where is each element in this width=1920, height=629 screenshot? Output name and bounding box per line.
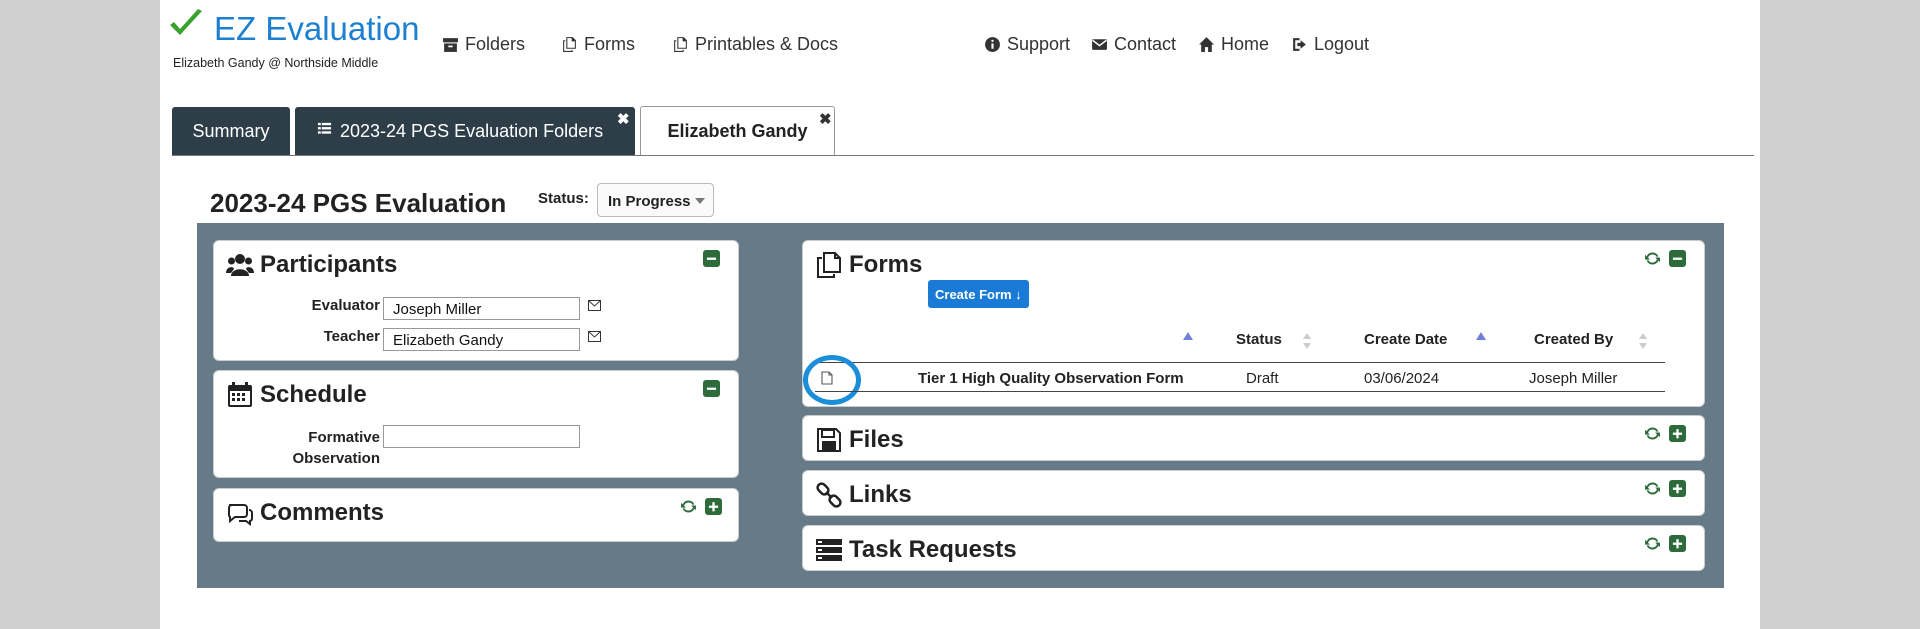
- teacher-field[interactable]: Elizabeth Gandy: [383, 328, 580, 351]
- comments-icon: [227, 504, 253, 526]
- links-controls: [1644, 480, 1686, 497]
- expand-icon[interactable]: [705, 498, 722, 515]
- column-header-status[interactable]: Status: [1236, 331, 1282, 348]
- form-name-cell[interactable]: Tier 1 High Quality Observation Form: [918, 370, 1184, 387]
- users-icon: [226, 254, 254, 276]
- schedule-panel: Schedule Formative Observation: [213, 370, 739, 478]
- nav-logout[interactable]: Logout: [1291, 34, 1369, 55]
- table-row-divider: [815, 391, 1665, 392]
- tab-close-icon[interactable]: ✖: [617, 110, 630, 128]
- refresh-icon[interactable]: [680, 498, 697, 515]
- formative-observation-field[interactable]: [383, 425, 580, 448]
- status-select[interactable]: In Progress: [597, 183, 714, 217]
- participants-panel: Participants Evaluator Joseph Miller Tea…: [213, 240, 739, 361]
- tab-elizabeth-gandy[interactable]: Elizabeth Gandy ✖: [640, 106, 835, 156]
- forms-controls: [1644, 250, 1686, 267]
- form-status-cell: Draft: [1246, 370, 1279, 387]
- envelope-icon: [1092, 39, 1107, 50]
- participants-header: Participants: [226, 251, 397, 279]
- expand-icon[interactable]: [1669, 535, 1686, 552]
- comments-controls: [680, 498, 722, 515]
- files-controls: [1644, 425, 1686, 442]
- expand-icon[interactable]: [1669, 425, 1686, 442]
- column-header-created-by[interactable]: Created By: [1534, 331, 1613, 348]
- forms-header: Forms: [815, 251, 922, 279]
- collapse-icon[interactable]: [1669, 250, 1686, 267]
- links-panel: Links: [802, 470, 1705, 516]
- nav-printables-docs[interactable]: Printables & Docs: [672, 34, 838, 55]
- evaluator-field[interactable]: Joseph Miller: [383, 297, 580, 320]
- form-create-date-cell: 03/06/2024: [1364, 370, 1440, 387]
- refresh-icon[interactable]: [1644, 425, 1661, 442]
- sort-asc-icon[interactable]: [1183, 332, 1193, 340]
- checkmark-logo-icon: [170, 9, 202, 35]
- task-requests-controls: [1644, 535, 1686, 552]
- chevron-down-icon: [695, 198, 705, 204]
- forms-panel: Forms Create Form ↓ Status Create Date C…: [802, 240, 1705, 407]
- tab-evaluation-folders[interactable]: 2023-24 PGS Evaluation Folders ✖: [295, 107, 635, 156]
- list-icon: [317, 122, 332, 134]
- copy-icon: [563, 37, 576, 52]
- teacher-label: Teacher: [323, 328, 380, 345]
- participants-controls: [703, 250, 720, 267]
- calendar-icon: [228, 382, 252, 407]
- task-requests-header: Task Requests: [815, 536, 1017, 564]
- link-icon: [816, 482, 842, 508]
- evaluation-workspace: Participants Evaluator Joseph Miller Tea…: [197, 223, 1724, 588]
- nav-support[interactable]: Support: [984, 34, 1070, 55]
- nav-home[interactable]: Home: [1198, 34, 1269, 55]
- user-school-label: Elizabeth Gandy @ Northside Middle: [173, 56, 379, 70]
- mail-icon[interactable]: [588, 331, 601, 342]
- task-requests-panel: Task Requests: [802, 525, 1705, 571]
- mail-icon[interactable]: [588, 300, 601, 311]
- expand-icon[interactable]: [1669, 480, 1686, 497]
- evaluator-label: Evaluator: [311, 297, 380, 314]
- sign-out-icon: [1293, 38, 1306, 51]
- tasks-icon: [816, 539, 842, 561]
- nav-contact[interactable]: Contact: [1091, 34, 1176, 55]
- nav-folders[interactable]: Folders: [442, 34, 525, 55]
- schedule-header: Schedule: [226, 381, 367, 409]
- copy-icon: [817, 252, 841, 278]
- nav-forms[interactable]: Forms: [561, 34, 635, 55]
- highlight-circle: [803, 355, 861, 405]
- tab-summary[interactable]: Summary: [172, 107, 290, 156]
- column-header-create-date[interactable]: Create Date: [1364, 331, 1447, 348]
- sort-icon[interactable]: [1638, 332, 1648, 350]
- collapse-icon[interactable]: [703, 380, 720, 397]
- create-form-button[interactable]: Create Form ↓: [928, 280, 1029, 308]
- copy-icon: [674, 37, 687, 52]
- sort-icon[interactable]: [1302, 332, 1312, 350]
- links-header: Links: [815, 481, 912, 509]
- app-title[interactable]: EZ Evaluation: [214, 10, 419, 48]
- form-created-by-cell: Joseph Miller: [1529, 370, 1618, 387]
- table-header-divider: [815, 362, 1665, 363]
- collapse-icon[interactable]: [703, 250, 720, 267]
- sort-asc-icon[interactable]: [1476, 332, 1486, 340]
- info-circle-icon: [985, 37, 1000, 52]
- formative-observation-label: Formative Observation: [292, 429, 380, 467]
- tabs-divider: [172, 155, 1754, 156]
- evaluation-title: 2023-24 PGS Evaluation: [210, 188, 507, 218]
- comments-header: Comments: [226, 499, 384, 527]
- save-icon: [817, 428, 841, 452]
- status-label: Status:: [538, 190, 589, 207]
- tab-close-icon[interactable]: ✖: [819, 110, 832, 128]
- schedule-controls: [703, 380, 720, 397]
- refresh-icon[interactable]: [1644, 250, 1661, 267]
- page: EZ Evaluation Elizabeth Gandy @ Northsid…: [160, 0, 1760, 629]
- files-header: Files: [815, 426, 904, 454]
- refresh-icon[interactable]: [1644, 480, 1661, 497]
- refresh-icon[interactable]: [1644, 535, 1661, 552]
- archive-icon: [443, 38, 458, 52]
- comments-panel: Comments: [213, 488, 739, 542]
- files-panel: Files: [802, 415, 1705, 461]
- home-icon: [1199, 37, 1214, 52]
